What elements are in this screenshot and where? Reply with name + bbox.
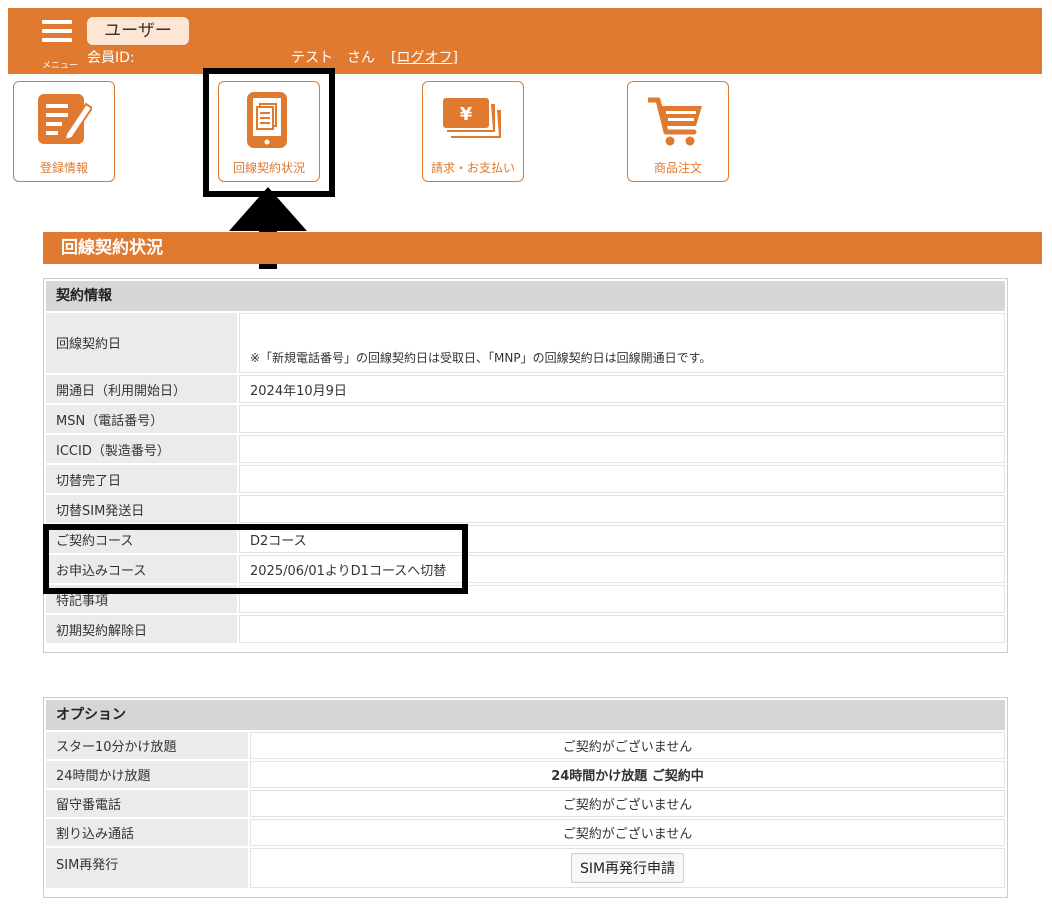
row-value: ※「新規電話番号」の回線契約日は受取日、「MNP」の回線契約日は回線開通日です。 [239,313,1005,373]
annotation-highlight-box [203,68,335,197]
table-row: 切替完了日 [46,465,1005,493]
registration-icon [38,94,92,144]
annotation-highlight-box [43,524,468,594]
option-status-active: 24時間かけ放題 ご契約中 [250,761,1005,788]
row-value: 2024年10月9日 [239,375,1005,403]
option-status: ご契約がございません [250,790,1005,817]
option-label: 留守番電話 [46,790,248,817]
hamburger-menu-button[interactable]: メニュー [42,20,79,71]
tile-product-order[interactable]: 商品注文 [627,81,729,182]
tile-billing-payment[interactable]: ¥ 請求・お支払い [422,81,524,182]
row-value [239,495,1005,523]
option-status: ご契約がございません [250,732,1005,759]
row-label: 切替完了日 [46,465,237,493]
svg-text:¥: ¥ [460,104,473,125]
table-row: MSN（電話番号） [46,405,1005,433]
contract-info-table: 回線契約日 ※「新規電話番号」の回線契約日は受取日、「MNP」の回線契約日は回線… [44,311,1007,645]
row-label: MSN（電話番号） [46,405,237,433]
row-value [239,615,1005,643]
option-label: 24時間かけ放題 [46,761,248,788]
section-title: 回線契約状況 [43,232,1042,264]
option-label: 割り込み通話 [46,819,248,846]
tile-label: 商品注文 [653,161,702,175]
table-row: 開通日（利用開始日） 2024年10月9日 [46,375,1005,403]
options-heading: オプション [46,700,1005,730]
table-row: 初期契約解除日 [46,615,1005,643]
table-row: 割り込み通話 ご契約がございません [46,819,1005,846]
option-label: スター10分かけ放題 [46,732,248,759]
yen-bill-icon: ¥ [443,98,501,138]
table-row: スター10分かけ放題 ご契約がございません [46,732,1005,759]
header-bar: メニュー ユーザー 会員ID: テスト さん [ログオフ] [8,8,1042,74]
menu-icon [42,29,72,33]
row-value [239,435,1005,463]
menu-label: メニュー [42,61,79,71]
user-badge: ユーザー [87,17,189,45]
logout-link[interactable]: [ログオフ] [391,47,458,67]
table-row: SIM再発行 SIM再発行申請 [46,848,1005,888]
sim-reissue-button[interactable]: SIM再発行申請 [570,853,685,883]
table-row: 回線契約日 ※「新規電話番号」の回線契約日は受取日、「MNP」の回線契約日は回線… [46,313,1005,373]
table-row: 24時間かけ放題 24時間かけ放題 ご契約中 [46,761,1005,788]
options-panel: オプション スター10分かけ放題 ご契約がございません 24時間かけ放題 24時… [43,697,1008,898]
row-label: 切替SIM発送日 [46,495,237,523]
row-value [239,405,1005,433]
table-row: 切替SIM発送日 [46,495,1005,523]
row-label: ICCID（製造番号） [46,435,237,463]
tile-registration-info[interactable]: 登録情報 [13,81,115,182]
user-name: テスト さん [291,50,375,66]
row-label: 初期契約解除日 [46,615,237,643]
contract-info-heading: 契約情報 [46,281,1005,311]
table-row: ICCID（製造番号） [46,435,1005,463]
contract-info-panel: 契約情報 回線契約日 ※「新規電話番号」の回線契約日は受取日、「MNP」の回線契… [43,278,1008,653]
menu-icon [42,38,72,42]
option-status: ご契約がございません [250,819,1005,846]
option-label: SIM再発行 [46,848,248,888]
tile-label: 請求・お支払い [430,161,515,175]
shopping-cart-icon [648,97,702,146]
table-row: 留守番電話 ご契約がございません [46,790,1005,817]
member-id-label: 会員ID: [87,50,135,66]
row-label: 回線契約日 [46,313,237,373]
row-label: 開通日（利用開始日） [46,375,237,403]
options-table: スター10分かけ放題 ご契約がございません 24時間かけ放題 24時間かけ放題 … [44,730,1007,890]
row-value [239,465,1005,493]
menu-icon [42,20,72,24]
tile-label: 登録情報 [39,161,88,175]
option-action-cell: SIM再発行申請 [250,848,1005,888]
